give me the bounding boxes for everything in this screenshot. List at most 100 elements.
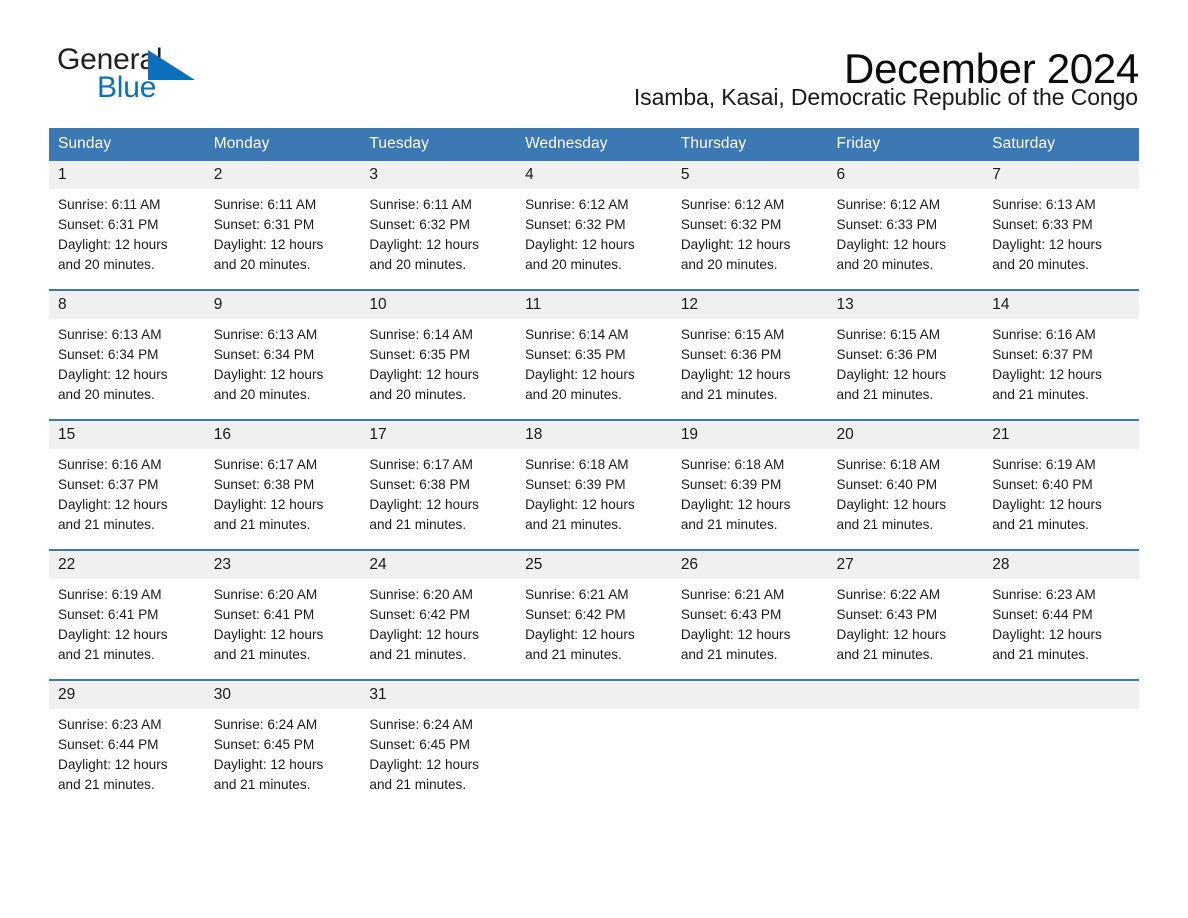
- daylight-text-line2: and 21 minutes.: [992, 647, 1089, 662]
- daylight-text-line1: Daylight: 12 hours: [992, 367, 1102, 382]
- day-details: Sunrise: 6:15 AM Sunset: 6:36 PM Daylight:…: [672, 319, 828, 419]
- daylight-text-line1: Daylight: 12 hours: [369, 367, 479, 382]
- daylight-text-line2: and 20 minutes.: [992, 257, 1089, 272]
- sunrise-text: Sunrise: 6:23 AM: [58, 717, 162, 732]
- day-cell[interactable]: 8 Sunrise: 6:13 AM Sunset: 6:34 PM Daylight…: [49, 289, 205, 420]
- sunrise-text: Sunrise: 6:20 AM: [369, 587, 473, 602]
- day-details: Sunrise: 6:14 AM Sunset: 6:35 PM Daylight:…: [516, 319, 672, 419]
- day-cell[interactable]: 15 Sunrise: 6:16 AM Sunset: 6:37 PM Dayligh…: [49, 419, 205, 550]
- sunset-text: Sunset: 6:33 PM: [992, 217, 1093, 232]
- sunset-text: Sunset: 6:31 PM: [213, 217, 315, 232]
- day-cell[interactable]: 21 Sunrise: 6:19 AM Sunset: 6:40 PM Dayligh…: [983, 419, 1139, 550]
- day-cell[interactable]: 6 Sunrise: 6:12 AM Sunset: 6:33 PM Daylight…: [827, 161, 984, 290]
- sunset-text: Sunset: 6:45 PM: [213, 737, 315, 752]
- day-cell[interactable]: 2 Sunrise: 6:11 AM Sunset: 6:31 PM Daylight…: [204, 161, 361, 290]
- day-cell[interactable]: 28 Sunrise: 6:23 AM Sunset: 6:44 PM Dayligh…: [983, 549, 1139, 680]
- day-details: Sunrise: 6:16 AM Sunset: 6:37 PM Daylight:…: [983, 319, 1139, 419]
- day-cell[interactable]: 12 Sunrise: 6:15 AM Sunset: 6:36 PM Dayligh…: [671, 289, 828, 420]
- day-number: 23: [204, 551, 361, 579]
- day-cell[interactable]: 16 Sunrise: 6:17 AM Sunset: 6:38 PM Dayligh…: [204, 419, 361, 550]
- daylight-text-line1: Daylight: 12 hours: [836, 367, 947, 382]
- day-cell[interactable]: 24 Sunrise: 6:20 AM Sunset: 6:42 PM Dayligh…: [360, 549, 517, 680]
- daylight-text-line2: and 20 minutes.: [369, 387, 467, 402]
- sunset-text: Sunset: 6:38 PM: [369, 477, 470, 492]
- sunset-text: Sunset: 6:40 PM: [992, 477, 1093, 492]
- day-cell-empty: [827, 679, 984, 809]
- sunrise-text: Sunrise: 6:19 AM: [58, 587, 162, 602]
- day-number: 3: [360, 161, 517, 189]
- day-details: Sunrise: 6:23 AM Sunset: 6:44 PM Daylight:…: [49, 709, 205, 809]
- day-cell[interactable]: 1 Sunrise: 6:11 AM Sunset: 6:31 PM Daylight…: [49, 161, 205, 290]
- day-cell[interactable]: 3 Sunrise: 6:11 AM Sunset: 6:32 PM Daylight…: [360, 161, 517, 290]
- sunset-text: Sunset: 6:43 PM: [836, 607, 938, 622]
- day-number: 11: [516, 291, 672, 319]
- daylight-text-line1: Daylight: 12 hours: [369, 497, 479, 512]
- daylight-text-line2: and 20 minutes.: [525, 257, 622, 272]
- weekday-header-friday: Friday: [827, 128, 984, 161]
- daylight-text-line1: Daylight: 12 hours: [58, 367, 168, 382]
- day-cell[interactable]: 10 Sunrise: 6:14 AM Sunset: 6:35 PM Dayligh…: [360, 289, 517, 420]
- calendar-week-row: 29 Sunrise: 6:23 AM Sunset: 6:44 PM Dayligh…: [49, 679, 1139, 809]
- day-number: 26: [671, 551, 828, 579]
- sunset-text: Sunset: 6:32 PM: [680, 217, 782, 232]
- day-details: Sunrise: 6:19 AM Sunset: 6:40 PM Daylight:…: [983, 449, 1139, 549]
- day-details: [983, 709, 1139, 809]
- sunset-text: Sunset: 6:41 PM: [58, 607, 159, 622]
- day-cell[interactable]: 14 Sunrise: 6:16 AM Sunset: 6:37 PM Dayligh…: [983, 289, 1139, 420]
- sunrise-text: Sunrise: 6:16 AM: [58, 457, 162, 472]
- daylight-text-line2: and 21 minutes.: [836, 387, 934, 402]
- sunrise-text: Sunrise: 6:14 AM: [369, 327, 473, 342]
- day-details: Sunrise: 6:18 AM Sunset: 6:39 PM Daylight:…: [516, 449, 672, 549]
- day-details: [516, 709, 672, 809]
- day-cell[interactable]: 30 Sunrise: 6:24 AM Sunset: 6:45 PM Dayligh…: [204, 679, 361, 809]
- sunrise-text: Sunrise: 6:15 AM: [680, 327, 785, 342]
- daylight-text-line2: and 20 minutes.: [58, 387, 155, 402]
- calendar-week-row: 8 Sunrise: 6:13 AM Sunset: 6:34 PM Daylight…: [49, 289, 1139, 420]
- generalblue-logo[interactable]: General Blue: [49, 44, 199, 110]
- day-cell[interactable]: 19 Sunrise: 6:18 AM Sunset: 6:39 PM Dayligh…: [671, 419, 828, 550]
- daylight-text-line2: and 20 minutes.: [369, 257, 467, 272]
- sunrise-text: Sunrise: 6:21 AM: [680, 587, 785, 602]
- day-number: [827, 681, 984, 709]
- day-cell[interactable]: 13 Sunrise: 6:15 AM Sunset: 6:36 PM Dayligh…: [827, 289, 984, 420]
- day-cell[interactable]: 11 Sunrise: 6:14 AM Sunset: 6:35 PM Dayligh…: [516, 289, 672, 420]
- day-details: Sunrise: 6:21 AM Sunset: 6:43 PM Daylight:…: [672, 579, 828, 679]
- daylight-text-line1: Daylight: 12 hours: [213, 757, 324, 772]
- daylight-text-line2: and 20 minutes.: [525, 387, 622, 402]
- day-cell[interactable]: 5 Sunrise: 6:12 AM Sunset: 6:32 PM Daylight…: [671, 161, 828, 290]
- weekday-header-thursday: Thursday: [671, 128, 828, 161]
- day-cell[interactable]: 23 Sunrise: 6:20 AM Sunset: 6:41 PM Dayligh…: [204, 549, 361, 680]
- day-cell[interactable]: 9 Sunrise: 6:13 AM Sunset: 6:34 PM Daylight…: [204, 289, 361, 420]
- day-cell-empty: [516, 679, 672, 809]
- day-number: 30: [204, 681, 361, 709]
- daylight-text-line1: Daylight: 12 hours: [369, 757, 479, 772]
- day-cell[interactable]: 7 Sunrise: 6:13 AM Sunset: 6:33 PM Daylight…: [983, 161, 1139, 290]
- day-cell[interactable]: 22 Sunrise: 6:19 AM Sunset: 6:41 PM Dayligh…: [49, 549, 205, 680]
- day-cell[interactable]: 25 Sunrise: 6:21 AM Sunset: 6:42 PM Dayligh…: [516, 549, 672, 680]
- day-cell[interactable]: 18 Sunrise: 6:18 AM Sunset: 6:39 PM Dayligh…: [516, 419, 672, 550]
- day-cell[interactable]: 31 Sunrise: 6:24 AM Sunset: 6:45 PM Dayligh…: [360, 679, 517, 809]
- daylight-text-line2: and 21 minutes.: [836, 647, 934, 662]
- day-number: [983, 681, 1139, 709]
- day-cell[interactable]: 4 Sunrise: 6:12 AM Sunset: 6:32 PM Daylight…: [516, 161, 672, 290]
- day-number: 31: [360, 681, 517, 709]
- daylight-text-line1: Daylight: 12 hours: [58, 237, 168, 252]
- day-cell[interactable]: 17 Sunrise: 6:17 AM Sunset: 6:38 PM Dayligh…: [360, 419, 517, 550]
- day-cell[interactable]: 26 Sunrise: 6:21 AM Sunset: 6:43 PM Dayligh…: [671, 549, 828, 680]
- daylight-text-line2: and 20 minutes.: [58, 257, 155, 272]
- day-number: 5: [671, 161, 828, 189]
- day-cell[interactable]: 20 Sunrise: 6:18 AM Sunset: 6:40 PM Dayligh…: [827, 419, 984, 550]
- daylight-text-line2: and 21 minutes.: [680, 387, 778, 402]
- day-cell[interactable]: 29 Sunrise: 6:23 AM Sunset: 6:44 PM Dayligh…: [49, 679, 205, 809]
- sunset-text: Sunset: 6:39 PM: [680, 477, 782, 492]
- sunset-text: Sunset: 6:33 PM: [836, 217, 938, 232]
- sunset-text: Sunset: 6:42 PM: [525, 607, 626, 622]
- day-cell[interactable]: 27 Sunrise: 6:22 AM Sunset: 6:43 PM Dayligh…: [827, 549, 984, 680]
- daylight-text-line1: Daylight: 12 hours: [369, 237, 479, 252]
- sunrise-text: Sunrise: 6:20 AM: [213, 587, 318, 602]
- day-details: [828, 709, 984, 809]
- day-number: 2: [204, 161, 361, 189]
- day-details: Sunrise: 6:20 AM Sunset: 6:41 PM Daylight:…: [205, 579, 361, 679]
- calendar-week-row: 1 Sunrise: 6:11 AM Sunset: 6:31 PM Daylight…: [49, 161, 1139, 290]
- weekday-header-sunday: Sunday: [49, 128, 205, 161]
